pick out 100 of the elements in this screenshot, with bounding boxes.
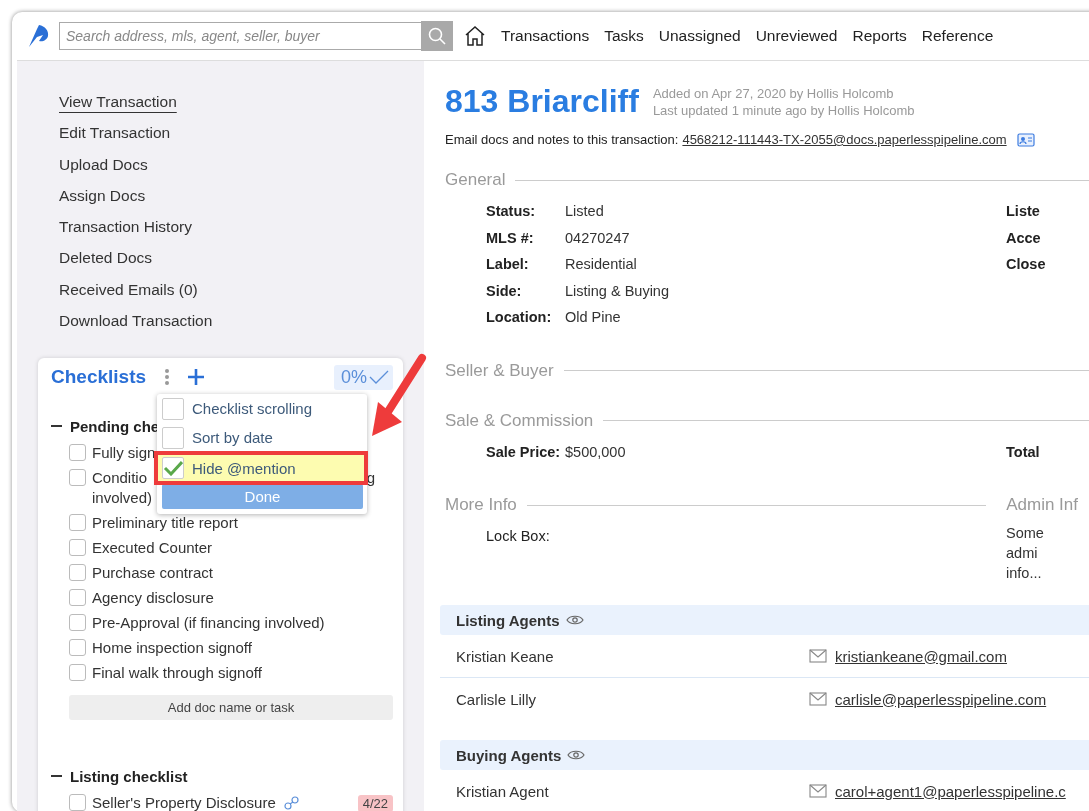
- nav-link[interactable]: Transactions: [501, 27, 590, 45]
- agent-email-link[interactable]: kristiankeane@gmail.com: [835, 647, 1007, 665]
- email-label: Email docs and notes to this transaction:: [445, 132, 679, 147]
- home-icon[interactable]: [463, 24, 487, 48]
- field-label: Label:: [486, 256, 530, 273]
- contact-card-icon[interactable]: [1016, 132, 1035, 147]
- sidebar-link[interactable]: Download Transaction: [59, 305, 213, 337]
- checklist-item: Pre-Approval (if financing involved): [92, 613, 325, 634]
- collapse-icon[interactable]: [51, 775, 62, 778]
- sidebar-link[interactable]: Upload Docs: [59, 148, 148, 180]
- agents-title: Listing Agents: [456, 611, 560, 629]
- checkbox[interactable]: [69, 539, 86, 557]
- checkbox[interactable]: [69, 514, 86, 532]
- field-label: Status:: [486, 203, 537, 220]
- checklist-item: Executed Counter: [92, 538, 213, 559]
- field-value: Listed: [565, 203, 604, 220]
- progress-badge: 0%: [334, 364, 393, 390]
- count-badge: 4/22: [357, 794, 393, 811]
- checklist-item: Preliminary title report: [92, 513, 238, 534]
- more-options-icon[interactable]: [164, 368, 171, 387]
- checkbox[interactable]: [162, 397, 184, 420]
- field-value: Listing & Buying: [565, 282, 669, 299]
- agents-title: Buying Agents: [456, 746, 562, 764]
- email-link[interactable]: 4568212-111443-TX-2055@docs.paperlesspipeline.com: [682, 132, 1007, 147]
- added-note: Added on Apr 27, 2020 by Hollis Holcomb: [652, 84, 895, 102]
- sidebar-link[interactable]: View Transaction: [59, 86, 177, 118]
- admin-info-line: info...: [1006, 564, 1043, 583]
- search-field[interactable]: Search address, mls, agent, seller, buyer: [59, 22, 421, 50]
- checkbox[interactable]: [69, 664, 86, 682]
- add-icon[interactable]: [187, 368, 206, 387]
- menu-option[interactable]: Checklist scrolling: [162, 394, 363, 424]
- section-title: Sale & Commission: [445, 410, 594, 431]
- field-label: Liste: [1006, 202, 1041, 221]
- section-title: Seller & Buyer: [445, 360, 554, 381]
- group-title: Listing checklist: [70, 767, 188, 785]
- checkbox[interactable]: [69, 589, 86, 607]
- checklist-item: Purchase contract: [92, 563, 213, 584]
- field-value: 04270247: [565, 229, 630, 246]
- field-label: Sale Price:: [486, 443, 562, 460]
- field-value: Residential: [565, 256, 637, 273]
- checklist-item-line: involved): [92, 488, 153, 509]
- field-label: Total: [1006, 442, 1041, 462]
- checkbox[interactable]: [69, 444, 86, 462]
- field-value: Old Pine: [565, 309, 621, 326]
- section-title: General: [445, 170, 506, 190]
- field-label: Close: [1006, 255, 1047, 274]
- agent-name: Carlisle Lilly: [456, 690, 538, 708]
- menu-option[interactable]: Sort by date: [162, 423, 363, 453]
- search-icon: [427, 26, 447, 46]
- checkbox[interactable]: [162, 457, 184, 480]
- field-label: Acce: [1006, 228, 1042, 248]
- sidebar-link[interactable]: Transaction History: [59, 211, 192, 243]
- checklist-item: Agency disclosure: [92, 588, 214, 609]
- highlighted-menu-option[interactable]: Hide @mention: [157, 454, 365, 483]
- search-button[interactable]: [421, 21, 453, 51]
- checklist-item: Fully sign: [92, 443, 156, 464]
- nav-link[interactable]: Reports: [852, 27, 907, 45]
- option-label: Hide @mention: [192, 459, 296, 477]
- sidebar-link[interactable]: Deleted Docs: [59, 242, 153, 274]
- sidebar-link[interactable]: Edit Transaction: [59, 117, 171, 149]
- mail-icon: [809, 649, 827, 663]
- group-title: Pending che: [70, 417, 160, 435]
- checklist-item: Final walk through signoff: [92, 663, 262, 684]
- checklists-title: Checklists: [51, 366, 147, 389]
- checkbox[interactable]: [69, 564, 86, 582]
- option-label: Checklist scrolling: [192, 400, 313, 418]
- agent-name: Kristian Keane: [456, 647, 555, 665]
- nav-link[interactable]: Tasks: [604, 27, 644, 45]
- collapse-icon[interactable]: [51, 425, 62, 428]
- field-label: Location:: [486, 309, 553, 326]
- section-title: More Info: [445, 495, 517, 515]
- checklist-item: Seller's Property Disclosure: [92, 793, 276, 811]
- mail-icon: [809, 692, 827, 706]
- field-label: Lock Box:: [486, 528, 551, 545]
- checkbox[interactable]: [69, 614, 86, 632]
- sidebar-link[interactable]: Received Emails (0): [59, 273, 198, 306]
- checkbox[interactable]: [69, 794, 86, 811]
- eye-icon[interactable]: [565, 614, 584, 626]
- eye-icon[interactable]: [567, 749, 586, 761]
- agent-email-link[interactable]: carol+agent1@paperlesspipeline.c: [835, 782, 1066, 800]
- checkbox[interactable]: [69, 639, 86, 657]
- agent-email-link[interactable]: carlisle@paperlesspipeline.com: [835, 690, 1047, 708]
- mail-icon: [809, 784, 827, 798]
- checkbox[interactable]: [162, 426, 184, 449]
- check-icon: [369, 370, 389, 385]
- admin-info-line: admi: [1006, 544, 1039, 563]
- section-title: Admin Inf: [1006, 495, 1078, 515]
- option-label: Sort by date: [192, 429, 273, 447]
- field-label: Side:: [486, 282, 523, 299]
- nav-link[interactable]: Reference: [921, 27, 994, 45]
- checkbox[interactable]: [69, 469, 86, 487]
- sidebar-link[interactable]: Assign Docs: [59, 179, 146, 212]
- add-doc-button[interactable]: Add doc name or task: [69, 695, 393, 721]
- field-value: $500,000: [565, 443, 626, 460]
- agent-name: Kristian Agent: [456, 782, 550, 800]
- nav-link[interactable]: Unreviewed: [755, 27, 838, 45]
- nav-link[interactable]: Unassigned: [658, 27, 741, 45]
- transaction-title: 813 Briarcliff: [445, 83, 639, 120]
- checkmark-icon: [163, 460, 183, 477]
- checklist-item: Home inspection signoff: [92, 638, 252, 659]
